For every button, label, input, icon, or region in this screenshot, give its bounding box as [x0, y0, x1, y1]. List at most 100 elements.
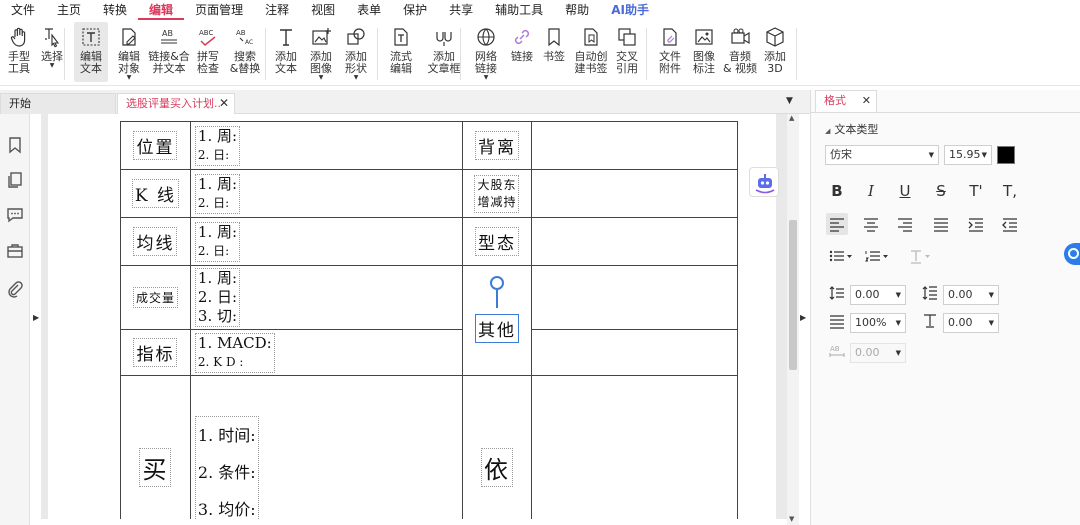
expand-left-panel-icon[interactable]: ▶	[33, 313, 39, 322]
tab-format[interactable]: 格式 ✕	[815, 90, 877, 112]
font-size-select[interactable]: 15.95 ▼	[944, 145, 992, 165]
bold-button[interactable]: B	[826, 180, 848, 202]
scale-select[interactable]: 100% ▼	[850, 313, 906, 333]
menu-item-11[interactable]: 帮助	[554, 0, 600, 20]
ribbon-tool-hand[interactable]: 手型 工具	[4, 22, 34, 82]
strikethrough-button[interactable]: S	[930, 180, 952, 202]
indent-decrease-button[interactable]	[999, 213, 1021, 235]
thumbnails-panel-icon[interactable]	[6, 171, 24, 189]
tab-document[interactable]: 选股评量买入计划... ✕	[117, 93, 235, 114]
superscript-button[interactable]: T'	[965, 180, 987, 202]
ribbon-tool-bookmark[interactable]: 书签	[540, 22, 568, 82]
ribbon-tool-link-merge[interactable]: AB 链接&合 并文本	[148, 22, 190, 82]
vertical-scrollbar[interactable]: ▲ ▼	[787, 114, 799, 525]
menu-item-1[interactable]: 主页	[46, 0, 92, 20]
item-list[interactable]: 1. MACD: 2. K D :	[194, 332, 275, 373]
indent-decrease-icon	[1002, 218, 1017, 232]
menu-item-7[interactable]: 表单	[346, 0, 392, 20]
menu-item-10[interactable]: 辅助工具	[484, 0, 554, 20]
ribbon-tool-cross-ref[interactable]: 交叉 引用	[612, 22, 642, 82]
right-label-pattern[interactable]: 型态	[474, 227, 519, 256]
row-label-volume[interactable]: 成交量	[132, 287, 178, 308]
ribbon-tool-cube-3d[interactable]: 添加 3D	[761, 22, 789, 82]
numbered-list-button[interactable]	[862, 245, 892, 267]
baseline-select[interactable]: 0.00 ▼	[943, 313, 999, 333]
ribbon-tool-web-link[interactable]: 网络 链接 ▼	[469, 22, 503, 82]
justify-button[interactable]	[930, 213, 952, 235]
line-spacing-select[interactable]: 0.00 ▼	[850, 285, 906, 305]
font-family-select[interactable]: 仿宋 ▼	[825, 145, 939, 165]
ribbon-tool-label: 链接&合 并文本	[148, 50, 190, 75]
ribbon-tool-spell-check[interactable]: ABC 拼写 检查	[193, 22, 223, 82]
menu-item-3[interactable]: 编辑	[138, 0, 185, 20]
ribbon-tool-flow-edit[interactable]: 流式 编辑	[384, 22, 418, 82]
align-left-button[interactable]	[826, 213, 848, 235]
ribbon-tool-auto-bookmark[interactable]: 自动创 建书签	[572, 22, 610, 82]
ai-assistant-float-button[interactable]	[749, 167, 779, 197]
tab-list-dropdown-icon[interactable]: ▼	[786, 96, 793, 106]
align-center-button[interactable]	[860, 213, 882, 235]
ribbon-tool-attachment[interactable]: 文件 附件	[654, 22, 686, 82]
ribbon-tool-cursor[interactable]: 选择 ▼	[37, 22, 67, 82]
ribbon-tool-edit-text[interactable]: 编辑 文本	[74, 22, 108, 82]
row-label-kline[interactable]: K 线	[131, 179, 179, 208]
menu-item-8[interactable]: 保护	[392, 0, 438, 20]
collapse-right-panel-icon[interactable]: ▶	[800, 313, 806, 322]
ribbon-tool-search-replace[interactable]: AB AC 搜索 &替换	[228, 22, 262, 82]
ribbon-tool-add-image[interactable]: 添加 图像 ▼	[305, 22, 337, 82]
ribbon-tool-add-shape[interactable]: 添加 形状 ▼	[340, 22, 372, 82]
ribbon-tool-media[interactable]: 音频 & 视频	[722, 22, 758, 82]
item-list[interactable]: 1. 周: 2. 日:	[194, 173, 241, 214]
section-text-type[interactable]: ◢ 文本类型	[825, 121, 878, 137]
row-label-buy[interactable]: 买	[139, 448, 172, 487]
menu-item-6[interactable]: 视图	[300, 0, 346, 20]
item-list[interactable]: 1. 周: 2. 日:	[194, 125, 241, 166]
ribbon-tool-label: 网络 链接	[475, 50, 497, 75]
char-spacing-select[interactable]: 0.00 ▼	[850, 343, 906, 363]
baseline-shift-icon	[924, 314, 936, 328]
toolbox-panel-icon[interactable]	[6, 242, 24, 260]
subscript-button[interactable]: T,	[999, 180, 1021, 202]
menu-item-5[interactable]: 注释	[254, 0, 300, 20]
bullet-list-button[interactable]	[826, 245, 856, 267]
attachments-panel-icon[interactable]	[6, 280, 24, 298]
row-label-indicator[interactable]: 指标	[133, 338, 178, 367]
ribbon-tool-image-annot[interactable]: 图像 标注	[689, 22, 719, 82]
right-label-other[interactable]: 其他	[474, 314, 519, 343]
italic-button[interactable]: I	[860, 180, 882, 202]
scroll-up-icon[interactable]: ▲	[789, 114, 794, 122]
right-label-shareholder[interactable]: 大股东 增减持	[474, 174, 520, 213]
rotate-handle[interactable]	[490, 276, 504, 290]
menu-item-9[interactable]: 共享	[438, 0, 484, 20]
item-list[interactable]: 1. 周: 2. 日: 3. 切:	[194, 268, 241, 327]
tab-start[interactable]: 开始	[0, 93, 116, 114]
table-row: 指标 1. MACD: 2. K D :	[120, 329, 738, 376]
right-label-basis[interactable]: 依	[480, 448, 513, 487]
ribbon-tool-text-box[interactable]: 添加 文章框	[424, 22, 464, 82]
floating-side-widget[interactable]	[1064, 243, 1080, 265]
row-label-position[interactable]: 位置	[133, 131, 178, 160]
ribbon-tool-add-text[interactable]: 添加 文本	[270, 22, 302, 82]
scrollbar-thumb[interactable]	[789, 220, 797, 370]
item-list[interactable]: 1. 时间: 2. 条件: 3. 均价:	[194, 416, 259, 519]
menu-item-0[interactable]: 文件	[0, 0, 46, 20]
close-icon[interactable]: ✕	[862, 91, 871, 111]
scroll-down-icon[interactable]: ▼	[789, 515, 794, 523]
ribbon-tool-edit-object[interactable]: 编辑 对象 ▼	[113, 22, 145, 82]
menu-item-2[interactable]: 转换	[92, 0, 138, 20]
paragraph-spacing-select[interactable]: 0.00 ▼	[943, 285, 999, 305]
ribbon-tool-link[interactable]: 链接	[508, 22, 536, 82]
underline-button[interactable]: U	[894, 180, 916, 202]
menu-item-12[interactable]: AI助手	[600, 0, 660, 20]
text-color-swatch[interactable]	[997, 146, 1015, 164]
align-right-button[interactable]	[894, 213, 916, 235]
item-list[interactable]: 1. 周: 2. 日:	[194, 221, 241, 262]
text-effect-button[interactable]	[906, 245, 936, 267]
right-label-divergence[interactable]: 背离	[474, 131, 519, 160]
bookmark-panel-icon[interactable]	[6, 136, 24, 154]
close-tab-icon[interactable]: ✕	[219, 94, 229, 113]
row-label-ma[interactable]: 均线	[133, 227, 178, 256]
comments-panel-icon[interactable]	[6, 206, 24, 224]
menu-item-4[interactable]: 页面管理	[184, 0, 254, 20]
indent-increase-button[interactable]	[965, 213, 987, 235]
